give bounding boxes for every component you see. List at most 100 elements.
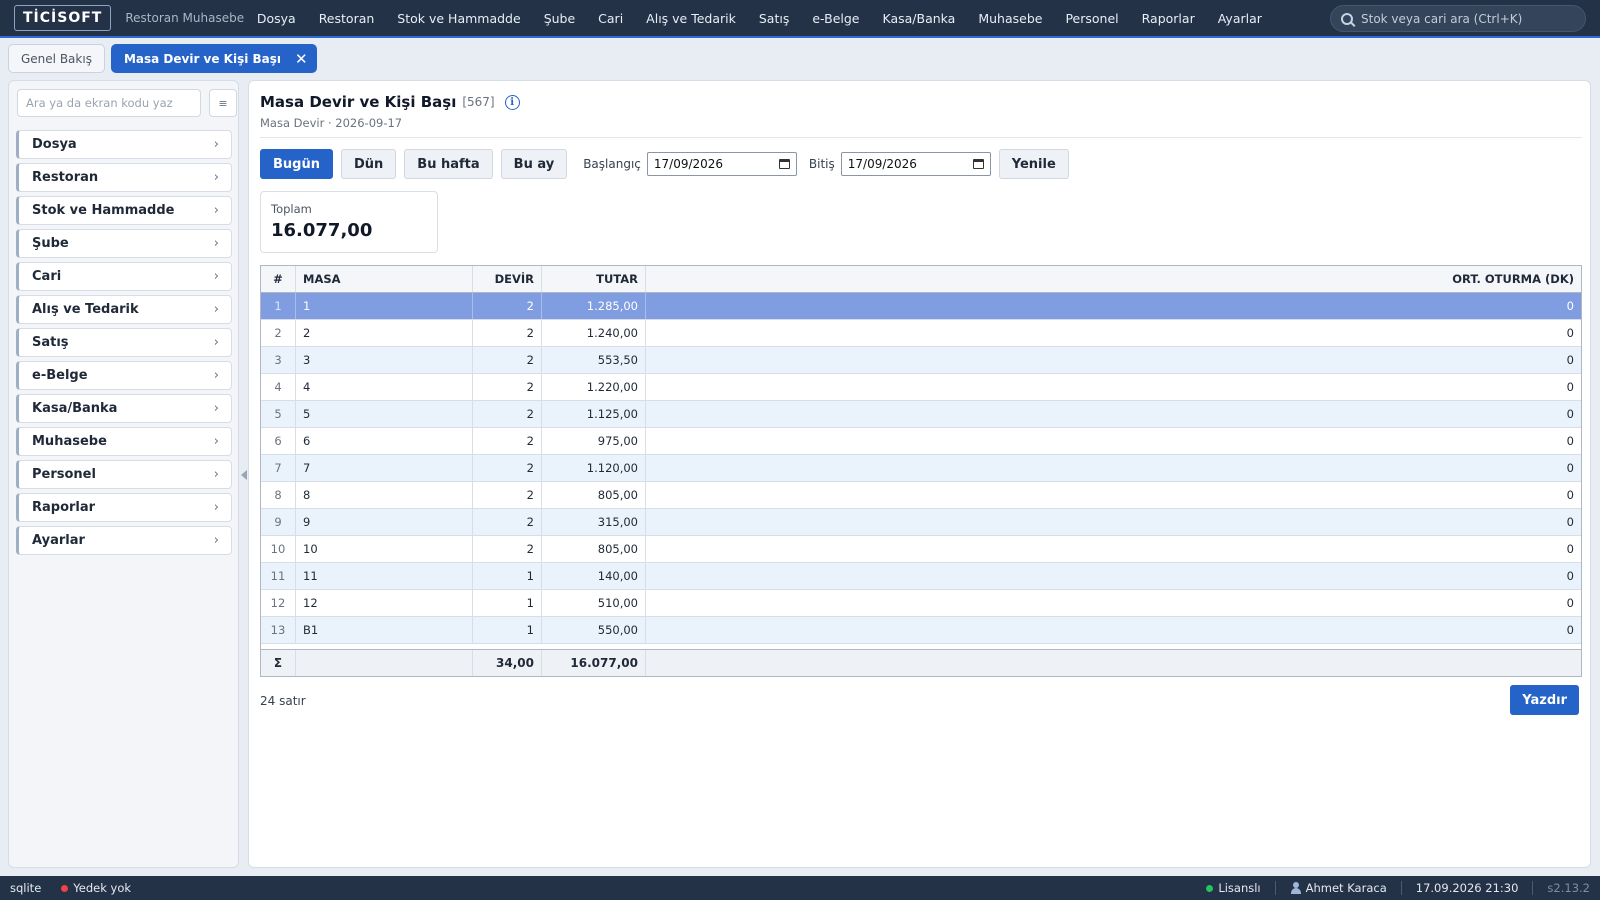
topnav-restoran[interactable]: Restoran (307, 11, 386, 26)
table-row[interactable]: 11 11 1 140,00 0 (261, 563, 1581, 590)
cell-index: 12 (261, 590, 296, 616)
col-header-tutar[interactable]: TUTAR (542, 266, 646, 292)
cell-devir: 2 (473, 320, 542, 346)
search-icon (1341, 12, 1353, 25)
sidebar-item-restoran[interactable]: Restoran › (16, 163, 232, 192)
sidebar-search-input[interactable] (26, 96, 196, 110)
current-user[interactable]: Ahmet Karaca (1280, 881, 1397, 895)
close-icon[interactable]: ✕ (295, 50, 308, 68)
sidebar-item-label: Cari (32, 269, 62, 284)
title-row: Masa Devir ve Kişi Başı [567] i (260, 93, 520, 111)
table-row[interactable]: 6 6 2 975,00 0 (261, 428, 1581, 455)
topnav-raporlar[interactable]: Raporlar (1130, 11, 1206, 26)
tab-masa-devir[interactable]: Masa Devir ve Kişi Başı ✕ (110, 44, 317, 73)
topnav-alis[interactable]: Alış ve Tedarik (635, 11, 748, 26)
sidebar-item-stok[interactable]: Stok ve Hammadde › (16, 196, 232, 225)
end-date-label: Bitiş (808, 157, 835, 171)
end-date-value: 17/09/2026 (847, 157, 917, 171)
cell-ort-oturma: 0 (1566, 515, 1574, 529)
start-date-field[interactable]: 17/09/2026 (646, 152, 797, 176)
table-footer: Σ 34,00 16.077,00 (261, 649, 1581, 676)
cell-tutar: 140,00 (542, 563, 646, 589)
calendar-icon[interactable] (972, 159, 984, 169)
end-date-field[interactable]: 17/09/2026 (840, 152, 991, 176)
global-search[interactable] (1330, 5, 1586, 32)
this-month-button[interactable]: Bu ay (500, 149, 568, 179)
topnav-muhasebe[interactable]: Muhasebe (967, 11, 1054, 26)
sidebar-item-sube[interactable]: Şube › (16, 229, 232, 258)
license-status-dot (1206, 884, 1214, 892)
calendar-icon[interactable] (778, 159, 790, 169)
app-logo[interactable]: TİCİSOFT (14, 5, 112, 31)
yesterday-button[interactable]: Dün (340, 149, 397, 179)
sidebar-item-muhasebe[interactable]: Muhasebe › (16, 427, 232, 456)
col-header-index[interactable]: # (261, 266, 296, 292)
footer-tutar-total: 16.077,00 (542, 650, 646, 676)
cell-devir: 2 (473, 536, 542, 562)
list-icon: ≡ (218, 96, 228, 110)
col-header-ort-oturma[interactable]: ORT. OTURMA (DK) (646, 266, 1581, 292)
table-row[interactable]: 8 8 2 805,00 0 (261, 482, 1581, 509)
cell-masa: 10 (296, 536, 473, 562)
app-version: s2.13.2 (1547, 881, 1590, 895)
col-header-devir[interactable]: DEVİR (473, 266, 542, 292)
topnav-stok[interactable]: Stok ve Hammadde (386, 11, 532, 26)
top-nav: Dosya Restoran Stok ve Hammadde Şube Car… (245, 11, 1273, 26)
tab-bar: Genel Bakış Masa Devir ve Kişi Başı ✕ (8, 44, 317, 73)
cell-tutar: 1.220,00 (542, 374, 646, 400)
table-row[interactable]: 12 12 1 510,00 0 (261, 590, 1581, 617)
cell-masa: B1 (296, 617, 473, 643)
cell-masa: 6 (296, 428, 473, 454)
sidebar-item-personel[interactable]: Personel › (16, 460, 232, 489)
sidebar-item-cari[interactable]: Cari › (16, 262, 232, 291)
topnav-personel[interactable]: Personel (1054, 11, 1130, 26)
print-button[interactable]: Yazdır (1510, 685, 1579, 715)
this-week-button[interactable]: Bu hafta (404, 149, 493, 179)
topnav-ebelge[interactable]: e-Belge (801, 11, 871, 26)
table-row[interactable]: 13 B1 1 550,00 0 (261, 617, 1581, 644)
topnav-satis[interactable]: Satış (747, 11, 800, 26)
sidebar-item-ayarlar[interactable]: Ayarlar › (16, 526, 232, 555)
backup-status-text: Yedek yok (73, 881, 132, 895)
footer-ort-empty (646, 650, 1581, 676)
date-toolbar: Bugün Dün Bu hafta Bu ay Başlangıç 17/09… (260, 149, 1077, 179)
table-row[interactable]: 5 5 2 1.125,00 0 (261, 401, 1581, 428)
table-row[interactable]: 1 1 2 1.285,00 0 (261, 293, 1581, 320)
sidebar-item-alis[interactable]: Alış ve Tedarik › (16, 295, 232, 324)
col-header-masa[interactable]: MASA (296, 266, 473, 292)
sidebar-menu-button[interactable]: ≡ (209, 89, 237, 117)
sidebar-search[interactable] (17, 89, 201, 117)
cell-devir: 2 (473, 293, 542, 319)
topnav-kasa[interactable]: Kasa/Banka (871, 11, 967, 26)
topnav-sube[interactable]: Şube (532, 11, 586, 26)
table-row[interactable]: 7 7 2 1.120,00 0 (261, 455, 1581, 482)
sidebar-item-raporlar[interactable]: Raporlar › (16, 493, 232, 522)
table-row[interactable]: 9 9 2 315,00 0 (261, 509, 1581, 536)
table-row[interactable]: 10 10 2 805,00 0 (261, 536, 1581, 563)
table-body: 1 1 2 1.285,00 0 2 2 2 1.240,00 0 3 3 2 553,50 0 4 4 2 1.2… (261, 293, 1581, 649)
cell-masa: 1 (296, 293, 473, 319)
sidebar-item-label: Kasa/Banka (32, 401, 118, 416)
cell-tutar: 1.285,00 (542, 293, 646, 319)
cell-ort-oturma: 0 (1566, 407, 1574, 421)
chevron-right-icon: › (213, 467, 219, 482)
sidebar-item-ebelge[interactable]: e-Belge › (16, 361, 232, 390)
sidebar-collapse-handle[interactable] (241, 470, 247, 480)
status-separator (1400, 881, 1402, 895)
info-icon[interactable]: i (504, 94, 520, 110)
sidebar-item-dosya[interactable]: Dosya › (16, 130, 232, 159)
global-search-input[interactable] (1361, 11, 1571, 26)
tab-genel-bakis[interactable]: Genel Bakış (8, 44, 105, 73)
today-button[interactable]: Bugün (260, 149, 333, 179)
refresh-button[interactable]: Yenile (998, 149, 1069, 179)
sidebar-item-satis[interactable]: Satış › (16, 328, 232, 357)
cell-index: 3 (261, 347, 296, 373)
sidebar-item-kasa[interactable]: Kasa/Banka › (16, 394, 232, 423)
table-row[interactable]: 3 3 2 553,50 0 (261, 347, 1581, 374)
table-row[interactable]: 2 2 2 1.240,00 0 (261, 320, 1581, 347)
sidebar-item-label: Dosya (32, 137, 77, 152)
table-row[interactable]: 4 4 2 1.220,00 0 (261, 374, 1581, 401)
topnav-cari[interactable]: Cari (587, 11, 635, 26)
topnav-dosya[interactable]: Dosya (245, 11, 307, 26)
topnav-ayarlar[interactable]: Ayarlar (1206, 11, 1273, 26)
